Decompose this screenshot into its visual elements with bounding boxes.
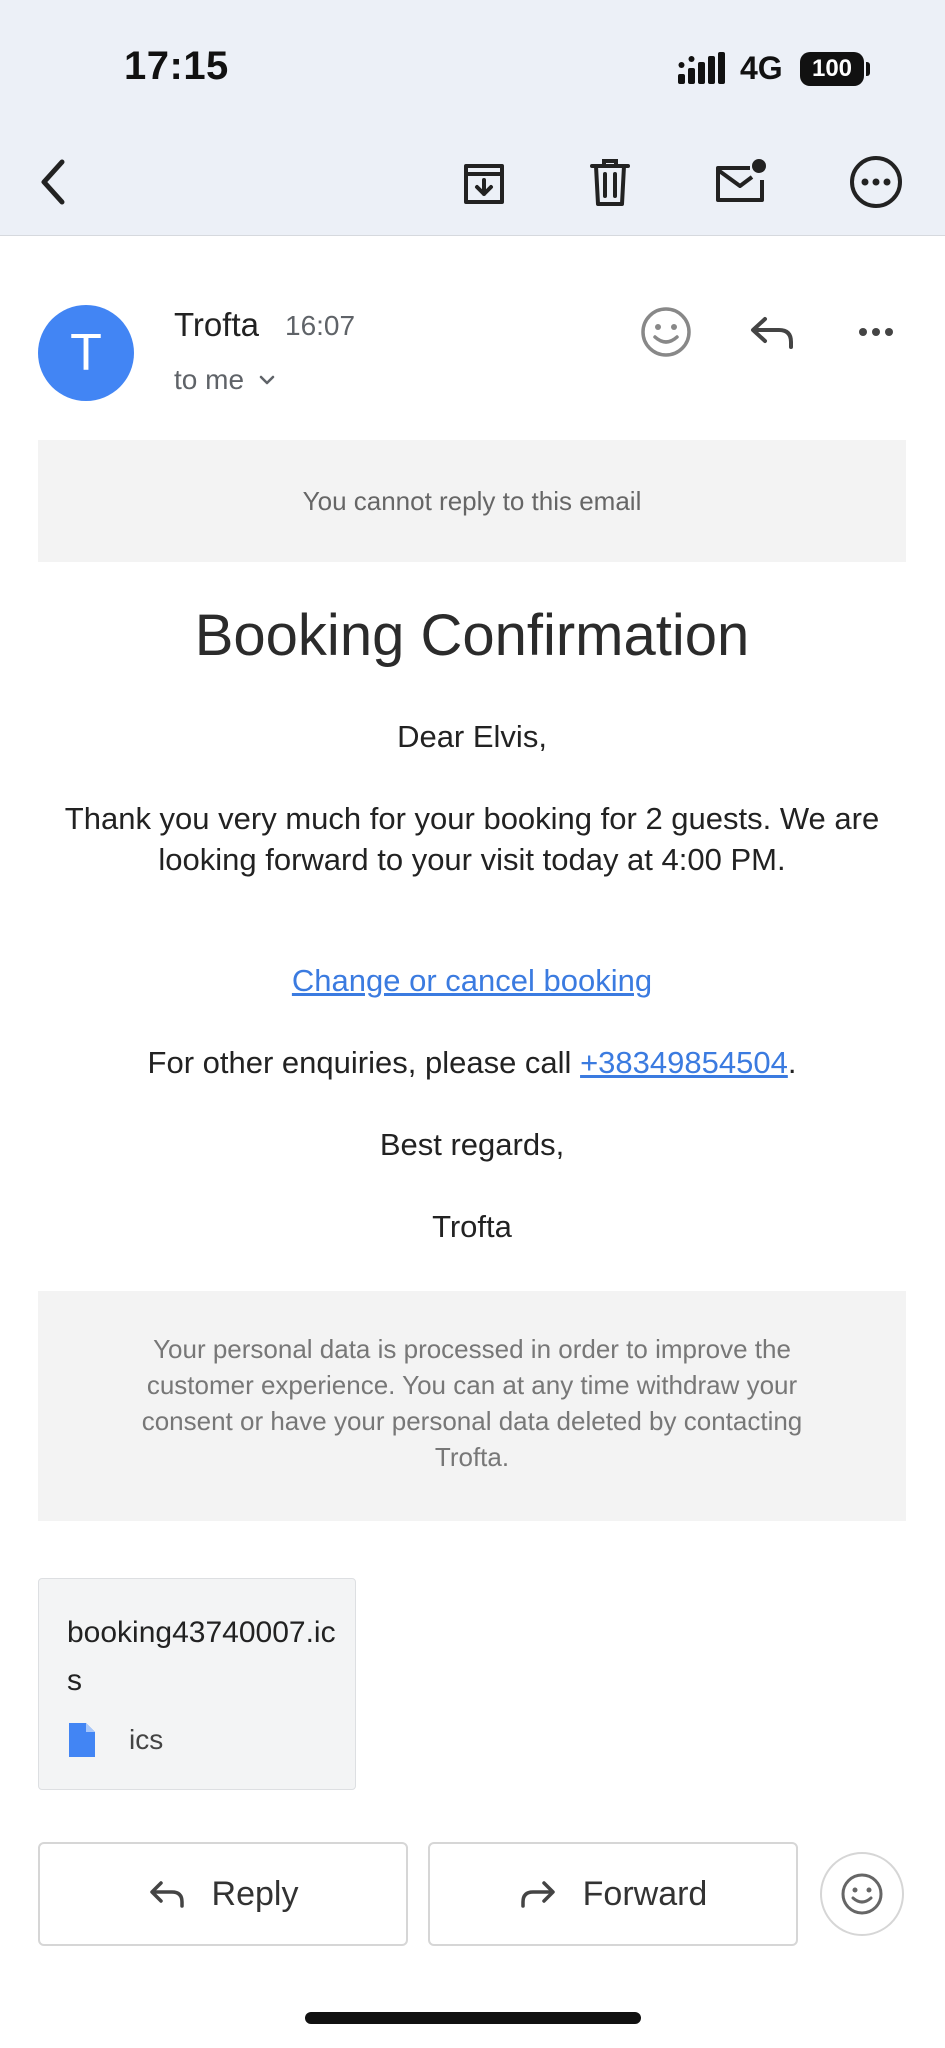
more-options-button[interactable] [844, 150, 908, 214]
signature: Trofta [432, 1209, 512, 1244]
reply-icon [149, 1881, 184, 1908]
sender-avatar[interactable]: T [38, 305, 134, 401]
change-booking-row: Change or cancel booking [60, 960, 884, 1001]
more-horizontal-icon [859, 328, 893, 336]
reply-button[interactable]: Reply [38, 1842, 408, 1946]
reply-icon [751, 317, 793, 349]
sender-name[interactable]: Trofta [174, 306, 259, 344]
archive-icon [464, 164, 504, 204]
attachment-name: booking43740007.ics [67, 1616, 336, 1697]
booking-details: Thank you very much for your booking for… [64, 801, 880, 877]
emoji-icon [841, 1873, 883, 1915]
sent-time: 16:07 [285, 310, 356, 341]
message-more-button[interactable] [846, 302, 906, 362]
back-button[interactable] [24, 150, 88, 214]
reply-label: Reply [211, 1874, 299, 1913]
privacy-text: Your personal data is processed in order… [141, 1334, 803, 1472]
enquiries-prefix: For other enquiries, please call [147, 1045, 581, 1080]
add-reaction-button[interactable] [636, 302, 696, 362]
attachment-type-row: ics [67, 1721, 163, 1759]
forward-button[interactable]: Forward [428, 1842, 798, 1946]
recipient-label: to me [174, 364, 245, 395]
chevron-left-icon [41, 159, 65, 205]
emoji-icon [641, 307, 691, 357]
network-type: 4G [740, 50, 783, 86]
no-reply-notice: You cannot reply to this email [38, 440, 906, 562]
archive-button[interactable] [452, 150, 516, 214]
signal-icon [678, 52, 725, 84]
change-booking-link[interactable]: Change or cancel booking [292, 963, 652, 998]
privacy-notice: Your personal data is processed in order… [38, 1291, 906, 1521]
home-indicator[interactable] [305, 2012, 641, 2024]
attachment-card[interactable]: booking43740007.ics ics [38, 1578, 356, 1790]
greeting: Dear Elvis, [397, 719, 547, 754]
closing-regards: Best regards, [379, 1127, 565, 1162]
mark-unread-button[interactable] [708, 150, 772, 214]
file-icon [69, 1723, 95, 1757]
attachment-type: ics [129, 1724, 164, 1755]
chevron-down-icon [259, 375, 275, 385]
forward-label: Forward [582, 1874, 708, 1913]
react-emoji-button[interactable] [820, 1852, 904, 1936]
recipient-toggle[interactable]: to me [174, 364, 278, 396]
more-circle-icon [850, 156, 902, 208]
reply-icon-button[interactable] [742, 302, 802, 362]
phone-link[interactable]: +38349854504 [580, 1045, 788, 1080]
mail-unread-icon [716, 159, 766, 202]
status-time: 17:15 [124, 44, 229, 88]
enquiries-suffix: . [787, 1045, 797, 1080]
delete-button[interactable] [578, 150, 642, 214]
top-app-bar: 17:15 4G 100 [0, 0, 945, 236]
enquiries-line: For other enquiries, please call +383498… [60, 1042, 884, 1083]
battery-tip [866, 62, 870, 76]
battery-indicator: 100 [800, 52, 864, 86]
forward-icon [520, 1881, 555, 1908]
email-title: Booking Confirmation [194, 603, 750, 668]
trash-icon [590, 159, 630, 206]
